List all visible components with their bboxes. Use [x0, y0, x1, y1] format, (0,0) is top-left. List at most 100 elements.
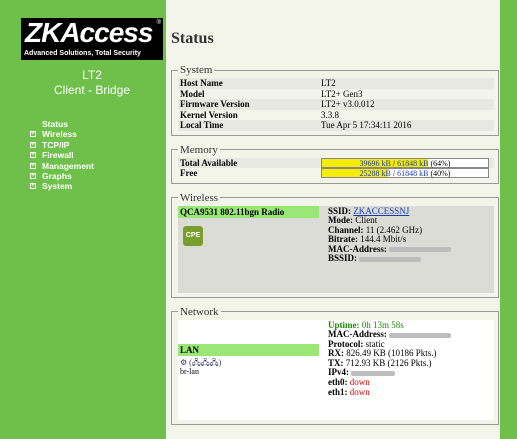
menu-item-label: Graphs [42, 171, 72, 182]
device-name: LT2 [82, 68, 102, 82]
row-key: Kernel Version [180, 109, 238, 120]
zkaccess-logo[interactable]: ZKAccess ® Advanced Solutions, Total Sec… [21, 18, 163, 60]
eth1-label: eth1: [328, 386, 348, 397]
wireless-body: QCA9531 802.11bgn Radio CPE SSID: ZKACCE… [178, 205, 494, 293]
menu-item-label: Firewall [42, 150, 74, 161]
mac-label: MAC-Address: [328, 243, 387, 254]
redacted-mac [389, 332, 452, 338]
channel-label: Channel: [328, 224, 364, 235]
wireless-info: SSID: ZKACCESSNJ Mode: Client Channel: 1… [328, 205, 452, 265]
expand-plus-icon[interactable]: + [30, 152, 36, 159]
menu-item-label: Wireless [42, 129, 77, 140]
memory-total-pct: (64%) [428, 158, 451, 168]
network-info: Uptime: 0h 13m 58s MAC-Address: Protocol… [328, 319, 452, 398]
bitrate-value: 144.4 Mbit/s [360, 234, 407, 245]
tx-label: TX: [328, 357, 344, 368]
menu-item-label: Status [42, 119, 68, 129]
row-value: Tue Apr 5 17:34:11 2016 [319, 120, 494, 131]
row-key: Model [180, 88, 205, 99]
sidebar: ZKAccess ® Advanced Solutions, Total Sec… [0, 0, 166, 439]
row-key: Firmware Version [178, 99, 319, 110]
system-table: Host Name LT2 Model LT2+ Gen3 Firmware Ver… [178, 78, 494, 131]
wireless-legend: Wireless [180, 191, 219, 204]
menu-item-firewall[interactable]: + Firewall [30, 150, 94, 160]
row-key: Total Available [178, 157, 319, 168]
memory-total-bar: 39696 kB / 61848 kB (64%) [321, 157, 489, 168]
ssid-link[interactable]: ZKACCESSNJ [353, 206, 409, 216]
memory-total-total-link[interactable]: 61848 kB [397, 159, 428, 168]
lan-device: br-lan [180, 366, 199, 376]
row-key: Host Name [178, 78, 319, 89]
eth0-label: eth0: [328, 377, 348, 388]
memory-total-used-link[interactable]: 39696 kB [360, 159, 391, 168]
menu-item-graphs[interactable]: + Graphs [30, 171, 94, 181]
menu-item-wireless[interactable]: + Wireless [30, 129, 94, 139]
system-section: System Host Name LT2 Model LT2+ Gen3 Firmw… [171, 64, 499, 136]
row-value: LT2 [319, 78, 494, 89]
channel-value: 11 (2.462 GHz) [365, 224, 423, 235]
ipv4-label: IPv4: [328, 367, 349, 378]
expand-plus-icon[interactable]: + [30, 141, 36, 148]
memory-free-used-link[interactable]: 25288 kB [360, 169, 391, 178]
protocol-value: static [365, 338, 385, 349]
lan-interface-name: LAN [178, 343, 319, 356]
main-content: Status System Host Name LT2 Model LT2+ Gen… [171, 30, 499, 433]
right-border-strip [500, 0, 517, 439]
protocol-label: Protocol: [328, 338, 364, 349]
menu-item-system[interactable]: + System [30, 181, 94, 191]
row-value: 25288 kB / 61848 kB (40%) [319, 168, 494, 179]
menu-item-label: Management [42, 160, 94, 171]
menu-item-status[interactable]: Status [30, 119, 94, 129]
menu-item-label: TCP/IP [42, 139, 70, 150]
table-row: Model LT2+ Gen3 [178, 89, 494, 100]
network-body: LAN ⚙ (🖧🖧🖧) br-lan Uptime: 0h 13m 58s MA… [178, 319, 494, 420]
logo-tagline: Advanced Solutions, Total Security [24, 50, 141, 57]
rx-label: RX: [328, 348, 344, 359]
system-legend: System [180, 64, 213, 76]
menu-item-label: System [42, 181, 73, 192]
table-row: Free 25288 kB / 61848 kB (40%) [178, 168, 494, 179]
row-key: Free [180, 168, 198, 179]
mode-value: Client [355, 215, 378, 226]
memory-section: Memory Total Available 39696 kB / 61848 … [171, 143, 499, 184]
network-legend: Network [180, 305, 219, 318]
mac-label: MAC-Address: [328, 329, 387, 340]
eth1-status: down [349, 386, 370, 397]
memory-free-pct: (40%) [428, 169, 451, 179]
radio-name: QCA9531 802.11bgn Radio [178, 205, 319, 218]
page-title: Status [171, 30, 214, 47]
expand-plus-icon[interactable]: + [30, 131, 36, 138]
menu-item-tcpip[interactable]: + TCP/IP [30, 140, 94, 150]
main-menu: Status + Wireless + TCP/IP + Firewall + Mana… [30, 119, 94, 192]
memory-table: Total Available 39696 kB / 61848 kB (64%… [178, 157, 494, 179]
table-row: Host Name LT2 [178, 78, 494, 89]
wireless-section: Wireless QCA9531 802.11bgn Radio CPE SSI… [171, 191, 499, 298]
device-info: LT2 Client - Bridge [21, 68, 163, 98]
mode-label: Mode: [328, 215, 353, 226]
row-value: 39696 kB / 61848 kB (64%) [319, 157, 494, 168]
expand-plus-icon[interactable]: + [30, 162, 36, 169]
memory-free-bar: 25288 kB / 61848 kB (40%) [321, 168, 489, 179]
device-mode: Client - Bridge [53, 83, 131, 97]
redacted-bssid [359, 256, 422, 262]
uptime-label: Uptime: [328, 319, 360, 330]
network-section: Network LAN ⚙ (🖧🖧🖧) br-lan Uptime: 0h 13… [171, 305, 499, 425]
redacted-mac [389, 247, 452, 253]
row-value: LT2+ v3.0.012 [319, 99, 494, 110]
tx-value: 712.93 KB (2126 Pkts.) [345, 357, 432, 368]
expand-plus-icon[interactable]: + [30, 173, 36, 180]
cpe-icon: CPE [183, 225, 203, 246]
table-row: Total Available 39696 kB / 61848 kB (64%… [178, 157, 494, 168]
table-row: Firmware Version LT2+ v3.0.012 [178, 99, 494, 110]
row-value: LT2+ Gen3 [321, 88, 363, 99]
logo-text: ZKAccess [25, 17, 153, 48]
registered-mark: ® [156, 20, 161, 26]
uptime-value: 0h 13m 58s [361, 319, 404, 330]
redacted-ipv4 [351, 370, 396, 376]
memory-free-total-link[interactable]: 61848 kB [397, 169, 428, 178]
expand-plus-icon[interactable]: + [30, 183, 36, 190]
ssid-label: SSID: [328, 205, 352, 216]
memory-legend: Memory [180, 143, 218, 156]
row-key: Local Time [178, 120, 319, 131]
menu-item-management[interactable]: + Management [30, 161, 94, 171]
